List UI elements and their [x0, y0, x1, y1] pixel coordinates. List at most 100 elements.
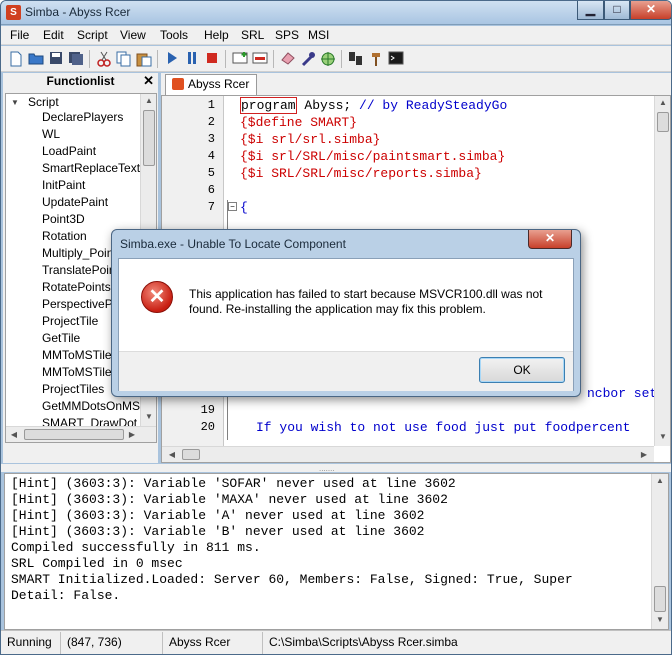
dialog-body: ✕ This application has failed to start b… — [118, 258, 574, 391]
new-icon[interactable] — [7, 50, 25, 68]
scroll-up-arrow-icon[interactable]: ▲ — [141, 96, 156, 105]
panel-splitter[interactable]: ....... — [1, 464, 671, 473]
functionlist-title: Functionlist — [46, 74, 115, 88]
tree-item[interactable]: UpdatePaint — [42, 195, 108, 209]
save-icon[interactable] — [47, 50, 65, 68]
copy-icon[interactable] — [115, 50, 133, 68]
tree-item[interactable]: Rotation — [42, 229, 87, 243]
editor-horizontal-scrollbar[interactable]: ◀ ▶ — [162, 446, 654, 462]
scroll-down-arrow-icon[interactable]: ▼ — [652, 615, 668, 624]
save-all-icon[interactable] — [67, 50, 85, 68]
scroll-right-arrow-icon[interactable]: ▶ — [124, 430, 140, 439]
menu-script[interactable]: Script — [77, 28, 108, 42]
menu-bar: File Edit Script View Tools Help SRL SPS… — [1, 26, 671, 45]
code-line-4: {$i srl/SRL/misc/paintsmart.simba} — [240, 149, 506, 164]
editor-scroll-thumb[interactable] — [657, 112, 669, 132]
tree-expand-icon[interactable]: ▼ — [11, 98, 19, 107]
tree-item[interactable]: Multiply_Poin — [42, 246, 113, 260]
console-icon[interactable] — [387, 50, 405, 68]
line-number: 1 — [207, 98, 215, 112]
menu-sps[interactable]: SPS — [275, 28, 299, 42]
scroll-up-arrow-icon[interactable]: ▲ — [655, 98, 670, 107]
hammer-icon[interactable] — [367, 50, 385, 68]
ok-button[interactable]: OK — [479, 357, 565, 383]
minimize-button[interactable]: ▁ — [577, 1, 604, 20]
output-line: SMART Initialized.Loaded: Server 60, Mem… — [11, 572, 573, 587]
menu-tools[interactable]: Tools — [160, 28, 188, 42]
code-line-7: { — [240, 200, 248, 215]
debug-output[interactable]: [Hint] (3603:3): Variable 'SOFAR' never … — [4, 473, 669, 630]
tree-item[interactable]: RotatePoints3 — [42, 280, 117, 294]
open-icon[interactable] — [27, 50, 45, 68]
run-icon[interactable] — [163, 50, 181, 68]
output-line: SRL Compiled in 0 msec — [11, 556, 183, 571]
editor-hscroll-thumb[interactable] — [182, 449, 200, 460]
dialog-close-button[interactable]: ✕ — [528, 230, 572, 249]
code-line-3: {$i srl/srl.simba} — [240, 132, 381, 147]
tree-item[interactable]: GetTile — [42, 331, 80, 345]
target-icon[interactable] — [319, 50, 337, 68]
scroll-right-arrow-icon[interactable]: ▶ — [636, 450, 652, 459]
code-text: Abyss; — [296, 98, 360, 113]
tree-horizontal-scrollbar[interactable]: ◀ ▶ — [6, 426, 156, 442]
tree-hscroll-thumb[interactable] — [24, 429, 124, 440]
tree-item[interactable]: WL — [42, 127, 60, 141]
output-line: Detail: False. — [11, 588, 121, 603]
stop-icon[interactable] — [203, 50, 221, 68]
tree-item[interactable]: ProjectTile — [42, 314, 98, 328]
fold-toggle-icon[interactable]: − — [228, 202, 237, 211]
code-line-20: If you wish to not use food just put foo… — [256, 420, 631, 435]
simba-app-icon: S — [6, 5, 21, 20]
eraser-icon[interactable] — [279, 50, 297, 68]
scroll-left-arrow-icon[interactable]: ◀ — [6, 430, 22, 439]
tree-item[interactable]: MMToMSTile — [42, 365, 112, 379]
cut-icon[interactable] — [95, 50, 113, 68]
tree-item[interactable]: InitPaint — [42, 178, 85, 192]
tree-item[interactable]: ProjectTiles — [42, 382, 104, 396]
new-tab-icon[interactable] — [231, 50, 249, 68]
paste-icon[interactable] — [135, 50, 153, 68]
tree-item[interactable]: LoadPaint — [42, 144, 96, 158]
menu-srl[interactable]: SRL — [241, 28, 264, 42]
tree-scroll-thumb[interactable] — [143, 110, 155, 166]
scroll-down-arrow-icon[interactable]: ▼ — [141, 412, 156, 421]
script-tab-bar: Abyss Rcer — [161, 73, 671, 95]
tree-item[interactable]: GetMMDotsOnMS — [42, 399, 140, 413]
menu-view[interactable]: View — [120, 28, 146, 42]
window-title: Simba - Abyss Rcer — [25, 5, 131, 19]
menu-edit[interactable]: Edit — [43, 28, 64, 42]
tab-label: Abyss Rcer — [188, 77, 250, 91]
close-tab-icon[interactable] — [251, 50, 269, 68]
line-number: 4 — [207, 149, 215, 163]
scroll-left-arrow-icon[interactable]: ◀ — [164, 450, 180, 459]
status-bar: Running (847, 736) Abyss Rcer C:\Simba\S… — [1, 630, 671, 654]
menu-msi[interactable]: MSI — [308, 28, 329, 42]
editor-vertical-scrollbar[interactable]: ▲ ▼ — [654, 96, 670, 446]
scroll-down-arrow-icon[interactable]: ▼ — [655, 432, 670, 441]
menu-file[interactable]: File — [10, 28, 29, 42]
output-vertical-scrollbar[interactable]: ▲ ▼ — [651, 474, 668, 629]
tree-root-script[interactable]: Script — [28, 95, 59, 109]
functionlist-close-icon[interactable]: ✕ — [143, 73, 154, 89]
tree-item[interactable]: MMToMSTile — [42, 348, 112, 362]
close-window-button[interactable]: ✕ — [630, 1, 671, 20]
select-client-icon[interactable] — [347, 50, 365, 68]
color-picker-icon[interactable] — [299, 50, 317, 68]
tree-item[interactable]: Point3D — [42, 212, 85, 226]
output-scroll-thumb[interactable] — [654, 586, 666, 612]
output-line: [Hint] (3603:3): Variable 'B' never used… — [11, 524, 425, 539]
menu-help[interactable]: Help — [204, 28, 229, 42]
tree-item[interactable]: SmartReplaceText — [42, 161, 140, 175]
tree-item[interactable]: TranslatePoint — [42, 263, 119, 277]
line-number: 7 — [207, 200, 215, 214]
scroll-up-arrow-icon[interactable]: ▲ — [652, 476, 668, 485]
pause-icon[interactable] — [183, 50, 201, 68]
code-keyword: program — [240, 97, 297, 114]
status-file-path: C:\Simba\Scripts\Abyss Rcer.simba — [269, 635, 458, 649]
error-icon: ✕ — [141, 281, 173, 313]
status-state: Running — [3, 632, 61, 654]
maximize-button[interactable]: □ — [604, 1, 630, 20]
output-line: [Hint] (3603:3): Variable 'SOFAR' never … — [11, 476, 456, 491]
tab-abyss-rcer[interactable]: Abyss Rcer — [165, 74, 257, 95]
tree-item[interactable]: DeclarePlayers — [42, 110, 123, 124]
